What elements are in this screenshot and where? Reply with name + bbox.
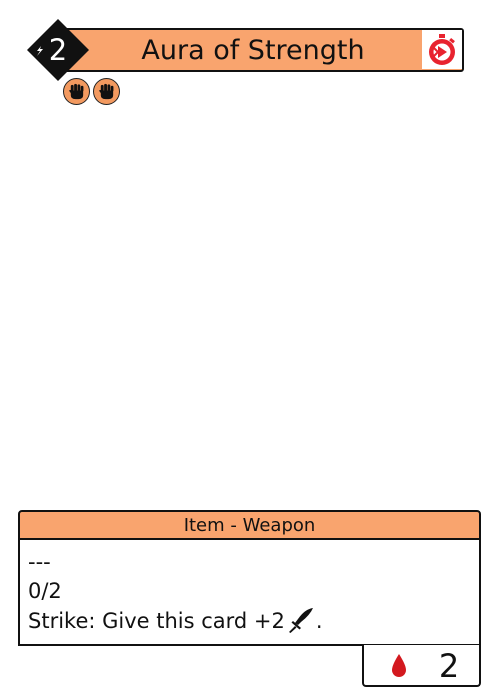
fist-icon <box>93 78 120 105</box>
cost-value: 2 <box>48 33 68 67</box>
rules-text-box: --- 0/2 Strike: Give this card +2 . <box>18 538 481 646</box>
type-line: Item - Weapon <box>18 510 481 540</box>
requirement-icons <box>63 78 120 105</box>
health-box: 2 <box>362 645 481 687</box>
strike-ability-text: Strike: Give this card +2 <box>28 609 285 633</box>
health-value: 2 <box>438 647 460 685</box>
rules-separator: --- <box>28 550 51 574</box>
power-stat: 0/2 <box>28 579 62 603</box>
strike-ability-period: . <box>315 609 323 633</box>
stopwatch-fast-icon <box>429 33 455 65</box>
title-bar: Aura of Strength <box>56 28 464 72</box>
strike-ability: Strike: Give this card +2 . <box>28 606 479 635</box>
fist-icon <box>63 78 90 105</box>
blood-drop-icon <box>392 654 406 677</box>
card-title: Aura of Strength <box>141 35 365 66</box>
speed-indicator <box>422 30 462 69</box>
sword-icon <box>288 608 313 633</box>
